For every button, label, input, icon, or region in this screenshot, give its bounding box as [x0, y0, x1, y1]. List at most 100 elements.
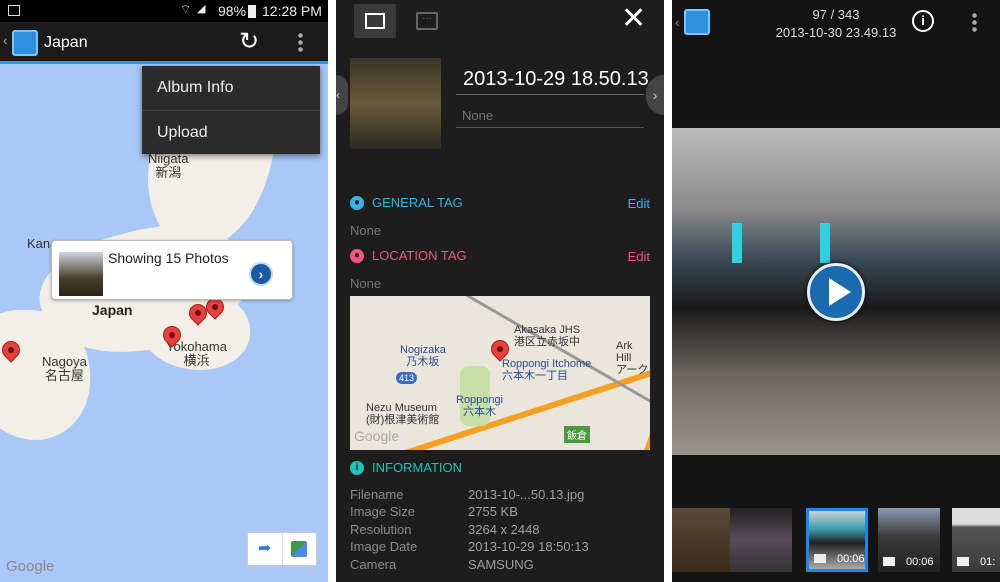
route-marker: 413	[396, 372, 418, 384]
map-label: 港区立赤坂中	[514, 336, 580, 348]
map-label: Roppongi	[456, 394, 504, 406]
close-icon[interactable]: ✕	[621, 4, 646, 34]
map-label: Japan	[92, 302, 133, 318]
map-label: 乃木坂	[406, 356, 440, 368]
info-value: SAMSUNG	[468, 556, 534, 572]
description-input[interactable]: None	[456, 108, 644, 128]
map-label: Roppongi Itchome	[502, 358, 592, 370]
wifi-icon: ⌔	[180, 2, 192, 16]
photo-details-screen: ··· ✕ ‹ › 2013-10-29 18.50.13 None ● GENE…	[336, 0, 664, 582]
location-map[interactable]: Akasaka JHS 港区立赤坂中 Nogizaka 乃木坂 Roppongi I…	[350, 296, 650, 450]
map-label: Ark Hill	[616, 340, 633, 364]
filmstrip-thumbnail[interactable]	[672, 508, 734, 572]
directions-icon[interactable]: ➦	[248, 533, 283, 565]
video-duration: 00:06	[837, 553, 865, 565]
information-header: i INFORMATION	[350, 460, 462, 475]
info-icon: i	[350, 460, 364, 475]
map-label: 横浜	[183, 353, 210, 368]
video-frame[interactable]	[672, 128, 1000, 455]
menu-item-album-info[interactable]: Album Info	[142, 66, 320, 110]
photo-date: 2013-10-30 23.49.13	[775, 25, 897, 40]
info-label: Camera	[350, 556, 397, 572]
filmstrip-thumbnail[interactable]: 01:	[952, 508, 1000, 572]
tab-comments[interactable]: ···	[416, 12, 438, 30]
edit-location-tag-button[interactable]: Edit	[628, 249, 650, 264]
more-options-icon[interactable]	[298, 32, 303, 52]
filmstrip-thumbnail[interactable]: 00:06	[878, 508, 940, 572]
google-maps-icon[interactable]	[283, 533, 317, 565]
tab-image[interactable]	[354, 4, 396, 38]
photo-title[interactable]: 2013-10-29 18.50.13	[463, 68, 649, 91]
video-viewer-screen: ‹ 97 / 343 2013-10-30 23.49.13 i 00:06 00…	[672, 0, 1000, 582]
app-icon[interactable]	[12, 30, 38, 56]
info-row: Image Size 2755 KB	[350, 504, 650, 521]
video-duration: 00:06	[906, 556, 934, 568]
overflow-menu: Album Info Upload	[142, 66, 320, 154]
map-label: Akasaka JHS	[514, 324, 581, 336]
google-logo: Google	[6, 558, 55, 575]
location-pin-icon: ●	[350, 248, 364, 263]
info-value: 3264 x 2448	[468, 521, 540, 537]
previous-button[interactable]: ‹	[336, 75, 348, 115]
general-tag-header: ● GENERAL TAG	[350, 195, 463, 210]
info-value: 2755 KB	[468, 504, 518, 520]
video-duration: 01:	[980, 556, 996, 568]
information-table: Filename 2013-10-...50.13.jpg Image Size 27…	[350, 487, 650, 574]
photo-thumbnail	[59, 252, 103, 296]
action-bar: ‹ Japan ↻	[0, 22, 328, 64]
info-label: Resolution	[350, 521, 412, 537]
back-chevron-icon[interactable]: ‹	[3, 32, 8, 48]
map-label: 飯倉	[564, 426, 590, 443]
divider	[456, 94, 644, 95]
edit-general-tag-button[interactable]: Edit	[628, 196, 650, 211]
map-label: 名古屋	[44, 368, 84, 383]
filmstrip-thumbnail[interactable]	[730, 508, 792, 572]
info-row: Filename 2013-10-...50.13.jpg	[350, 487, 650, 504]
map-label: (財)根津美術館	[366, 414, 440, 426]
map-label: Nezu Museum	[366, 402, 437, 414]
status-bar: ⌔ ◢ 98% 12:28 PM	[0, 0, 328, 22]
photo-thumbnail[interactable]	[350, 58, 441, 149]
refresh-icon[interactable]: ↻	[239, 27, 259, 56]
more-options-icon[interactable]	[972, 12, 977, 32]
video-icon	[883, 557, 895, 566]
info-row: Resolution 3264 x 2448	[350, 522, 650, 539]
image-notification-icon	[8, 5, 20, 16]
info-label: Image Date	[350, 539, 418, 555]
video-icon	[814, 554, 826, 563]
album-title: Japan	[44, 34, 88, 51]
info-row: Image Date 2013-10-29 18:50:13	[350, 539, 650, 556]
menu-item-upload[interactable]: Upload	[142, 110, 320, 154]
info-value: 2013-10-...50.13.jpg	[468, 487, 585, 502]
info-label: Filename	[350, 487, 404, 502]
map-label: 新潟	[155, 165, 182, 180]
tag-icon: ●	[350, 195, 364, 210]
info-label: Image Size	[350, 504, 416, 520]
map-toolbar: ➦	[247, 532, 317, 566]
chevron-right-icon[interactable]: ›	[249, 262, 273, 286]
map-label: 六本木一丁目	[502, 370, 568, 382]
filmstrip-thumbnail[interactable]: 00:06	[806, 508, 868, 572]
general-tag-value: None	[350, 223, 382, 238]
map-label: Nagoya	[42, 354, 87, 369]
location-tag-header: ● LOCATION TAG	[350, 248, 467, 263]
map-screen: Niigata 新潟 Kana Japan Nagoya 名古屋 Yokohama 横…	[0, 0, 328, 582]
battery-icon	[248, 5, 256, 18]
location-tag-value: None	[350, 276, 382, 291]
video-icon	[957, 557, 969, 566]
battery-level: 98%	[218, 3, 247, 19]
google-logo: Google	[354, 428, 400, 444]
play-button[interactable]	[807, 263, 865, 321]
clock: 12:28 PM	[262, 3, 322, 19]
photo-counter: 97 / 343	[812, 7, 860, 22]
info-bubble[interactable]: Showing 15 Photos ›	[51, 240, 293, 300]
signal-icon: ◢	[197, 3, 206, 15]
info-icon[interactable]: i	[912, 10, 934, 32]
map-label: Nogizaka	[400, 344, 446, 356]
image-icon	[365, 13, 385, 29]
map-label: アーク	[616, 364, 649, 376]
bubble-text: Showing 15 Photos	[108, 250, 229, 266]
info-value: 2013-10-29 18:50:13	[468, 539, 589, 555]
info-row: Camera SAMSUNG	[350, 557, 650, 574]
map-label: 六本木	[463, 406, 497, 418]
